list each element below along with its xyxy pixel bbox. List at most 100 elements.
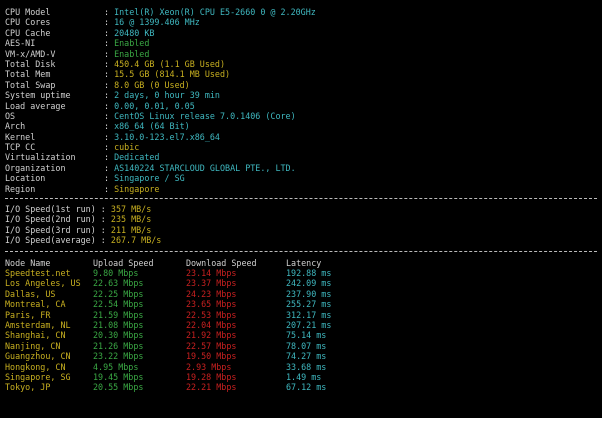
info-value: 15.5 GB (814.1 MB Used) [114,69,231,80]
node-name: Singapore, SG [5,371,71,382]
table-row: Nanjing, CN 21.26 Mbps 22.57 Mbps 78.07 ms [5,341,597,351]
header-download: Download Speed [186,257,257,268]
header-latency: Latency [286,257,322,268]
system-info-section: CPU Model: Intel(R) Xeon(R) CPU E5-2660 … [5,7,597,194]
info-value: Singapore [114,183,160,194]
info-key: Virtualization [5,152,76,163]
info-value: CentOS Linux release 7.0.1406 (Core) [114,110,296,121]
node-name: Hongkong, CN [5,361,66,372]
table-row: Los Angeles, US 22.63 Mbps 23.37 Mbps 242.0… [5,278,597,288]
info-key: OS [5,110,16,121]
download-speed: 19.50 Mbps [186,351,237,362]
download-speed: 23.37 Mbps [186,278,237,289]
info-key: Arch [5,121,26,132]
io-value: 267.7 MB/s [110,235,162,246]
download-speed: 19.28 Mbps [186,371,237,382]
table-row: Dallas, US 22.25 Mbps 24.23 Mbps 237.90 ms [5,289,597,299]
info-value: 3.10.0-123.el7.x86_64 [114,131,220,142]
io-row: I/O Speed(2nd run) : 235 MB/s [5,214,152,225]
latency: 237.90 ms [286,288,332,299]
upload-speed: 23.22 Mbps [93,351,144,362]
upload-speed: 22.63 Mbps [93,278,144,289]
download-speed: 24.23 Mbps [186,288,237,299]
table-row: Singapore, SG 19.45 Mbps 19.28 Mbps 1.49 ms [5,372,597,382]
latency: 192.88 ms [286,267,332,278]
upload-speed: 22.25 Mbps [93,288,144,299]
table-row: Paris, FR 21.59 Mbps 22.53 Mbps 312.17 ms [5,310,597,320]
node-name: Dallas, US [5,288,56,299]
info-row: CPU Cache: 20480 KB [5,27,155,38]
node-name: Amsterdam, NL [5,319,71,330]
info-value: Enabled [114,38,150,49]
info-value: 20480 KB [114,27,155,38]
info-value: Dedicated [114,152,160,163]
info-key: Kernel [5,131,36,142]
table-row: Tokyo, JP 20.55 Mbps 22.21 Mbps 67.12 ms [5,382,597,392]
upload-speed: 21.26 Mbps [93,340,144,351]
info-key: Location [5,173,46,184]
header-upload: Upload Speed [93,257,154,268]
info-row: CPU Cores: 16 @ 1399.406 MHz [5,17,200,28]
info-key: System uptime [5,90,71,101]
download-speed: 23.14 Mbps [186,267,237,278]
info-value: 450.4 GB (1.1 GB Used) [114,58,226,69]
table-row: Guangzhou, CN 23.22 Mbps 19.50 Mbps 74.27 m… [5,351,597,361]
info-row: Total Disk: 450.4 GB (1.1 GB Used) [5,58,226,69]
io-row: I/O Speed(3rd run) : 211 MB/s [5,224,152,235]
info-key: Organization [5,162,66,173]
latency: 75.14 ms [286,330,327,341]
node-name: Tokyo, JP [5,382,51,393]
info-row: Organization: AS140224 STARCLOUD GLOBAL … [5,162,296,173]
node-name: Montreal, CA [5,299,66,310]
node-name: Shanghai, CN [5,330,66,341]
upload-speed: 22.54 Mbps [93,299,144,310]
info-key: Total Mem [5,69,51,80]
download-speed: 21.92 Mbps [186,330,237,341]
node-name: Nanjing, CN [5,340,61,351]
table-row: Amsterdam, NL 21.08 Mbps 22.04 Mbps 207.21 … [5,320,597,330]
upload-speed: 19.45 Mbps [93,371,144,382]
latency: 74.27 ms [286,351,327,362]
node-name: Guangzhou, CN [5,351,71,362]
table-row: Shanghai, CN 20.30 Mbps 21.92 Mbps 75.14 ms [5,330,597,340]
info-key: TCP CC [5,142,36,153]
info-row: Total Swap: 8.0 GB (0 Used) [5,79,190,90]
download-speed: 22.04 Mbps [186,319,237,330]
info-key: CPU Model [5,7,51,17]
upload-speed: 9.80 Mbps [93,267,139,278]
io-value: 357 MB/s [110,204,152,215]
info-row: Load average: 0.00, 0.01, 0.05 [5,100,195,111]
info-value: Enabled [114,48,150,59]
io-value: 235 MB/s [110,214,152,225]
info-value: 16 @ 1399.406 MHz [114,17,200,28]
header-node: Node Name [5,257,51,268]
download-speed: 23.65 Mbps [186,299,237,310]
upload-speed: 20.55 Mbps [93,382,144,393]
info-row: Location: Singapore / SG [5,173,185,184]
info-row: VM-x/AMD-V: Enabled [5,48,150,59]
dashed-divider [5,250,597,253]
table-row: Hongkong, CN 4.95 Mbps 2.93 Mbps 33.68 ms [5,362,597,372]
info-value: 0.00, 0.01, 0.05 [114,100,195,111]
latency: 78.07 ms [286,340,327,351]
io-key: I/O Speed(2nd run) [5,214,96,225]
io-row: I/O Speed(average) : 267.7 MB/s [5,235,162,246]
upload-speed: 21.08 Mbps [93,319,144,330]
io-value: 211 MB/s [110,224,152,235]
latency: 1.49 ms [286,371,322,382]
info-row: CPU Model: Intel(R) Xeon(R) CPU E5-2660 … [5,7,316,17]
latency: 67.12 ms [286,382,327,393]
info-row: System uptime: 2 days, 0 hour 39 min [5,90,220,101]
speedtest-table: Node Name Upload Speed Download Speed Laten… [5,258,597,393]
download-speed: 22.57 Mbps [186,340,237,351]
table-header: Node Name Upload Speed Download Speed Laten… [5,258,597,268]
latency: 207.21 ms [286,319,332,330]
info-value: cubic [114,142,140,153]
info-key: CPU Cache [5,27,51,38]
table-row: Speedtest.net 9.80 Mbps 23.14 Mbps 192.88 m… [5,268,597,278]
info-value: Intel(R) Xeon(R) CPU E5-2660 0 @ 2.20GHz [114,7,316,17]
info-row: Arch: x86_64 (64 Bit) [5,121,190,132]
upload-speed: 21.59 Mbps [93,309,144,320]
info-row: Virtualization: Dedicated [5,152,160,163]
latency: 242.09 ms [286,278,332,289]
